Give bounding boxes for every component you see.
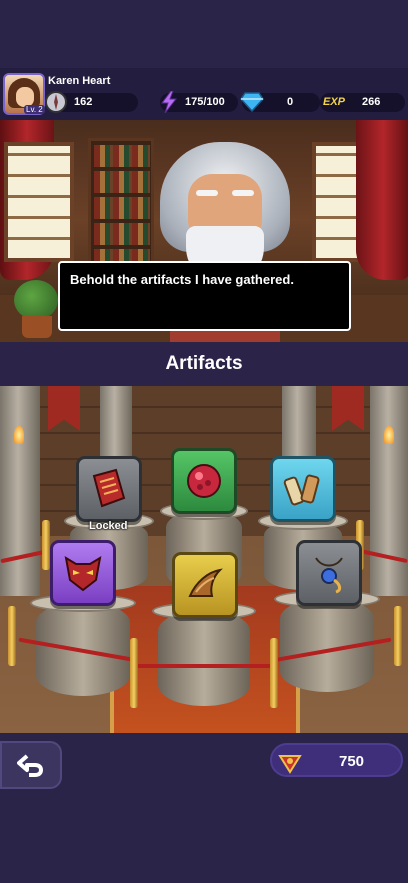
back-button[interactable]	[0, 741, 62, 789]
artifact-token-icon	[278, 750, 302, 779]
pillar	[370, 386, 408, 596]
artifact-golden-horn[interactable]	[172, 552, 238, 618]
amulet-icon	[315, 557, 343, 594]
back-arrow-icon	[17, 754, 43, 777]
player-level: Lv. 2	[24, 105, 45, 114]
gem-value: 0	[287, 96, 294, 108]
artifact-currency: 750	[270, 743, 403, 777]
diamond-icon	[240, 92, 264, 112]
energy-stat[interactable]: 175/100	[160, 91, 238, 113]
rope	[134, 664, 274, 668]
power-value: 162	[74, 96, 93, 108]
dialog-box[interactable]: Behold the artifacts I have gathered.	[58, 261, 351, 331]
energy-bolt-icon	[160, 91, 178, 113]
player-name: Karen Heart	[48, 75, 111, 87]
artifact-red-book[interactable]	[76, 456, 142, 522]
status-bar-area	[0, 0, 408, 68]
exp-stat: EXP 266	[320, 93, 405, 112]
curtain-right	[356, 120, 408, 280]
rope-post	[270, 638, 278, 708]
rope-post	[394, 606, 402, 666]
exp-label: EXP	[323, 96, 346, 108]
section-header: Artifacts	[0, 342, 408, 386]
energy-value: 175/100	[185, 96, 225, 108]
window-left	[4, 142, 74, 262]
rope-post	[42, 520, 50, 570]
torch-icon	[14, 426, 24, 444]
pillar	[0, 386, 40, 596]
rope-post	[130, 638, 138, 708]
golden-horn-icon	[188, 568, 223, 597]
artifact-vault: Locked	[0, 386, 408, 733]
dialog-text: Behold the artifacts I have gathered.	[70, 272, 294, 287]
exp-value: 266	[362, 96, 381, 108]
crimson-orb-icon	[187, 464, 221, 498]
currency-amount: 750	[338, 753, 365, 770]
red-book-icon	[92, 468, 126, 508]
plant-pot	[22, 316, 52, 338]
scrolls-icon	[283, 474, 320, 506]
plant	[14, 280, 58, 320]
demon-mask-icon	[64, 556, 102, 592]
gem-stat[interactable]: 0	[240, 92, 320, 112]
bookshelf	[88, 138, 154, 278]
power-icon	[44, 90, 68, 114]
rope-post	[8, 606, 16, 666]
power-stat: 162	[45, 91, 138, 113]
page-title: Artifacts	[165, 353, 243, 374]
artifact-crimson-orb[interactable]	[171, 448, 237, 514]
artifact-amulet[interactable]	[296, 540, 362, 606]
torch-icon	[384, 426, 394, 444]
bottom-bar: 750	[0, 733, 408, 883]
locked-label: Locked	[89, 520, 128, 532]
artifact-scrolls[interactable]	[270, 456, 336, 522]
pedestal	[152, 602, 256, 706]
artifact-demon-mask[interactable]	[50, 540, 116, 606]
